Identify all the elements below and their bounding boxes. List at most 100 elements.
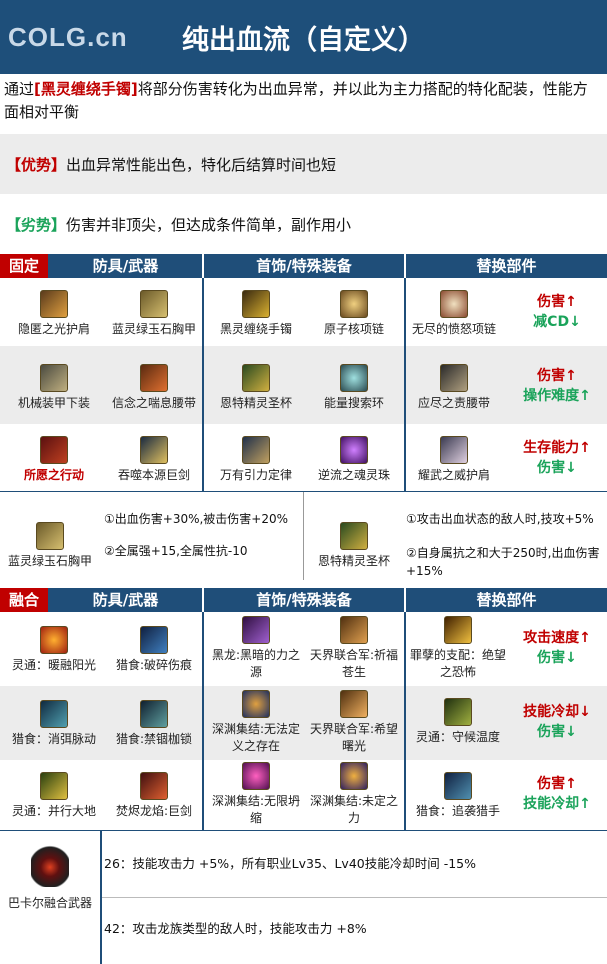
pros-band: 【优势】出血异常性能出色，特化后结算时间也短 xyxy=(0,134,607,194)
equip-item[interactable]: 天界联合军:祈福 苍生 xyxy=(304,616,404,681)
effect-label: 攻击速度↑ 伤害↓ xyxy=(523,630,591,666)
set-effect-text: ②全属强+15,全属性抗-10 xyxy=(104,544,248,558)
col-accessory: 首饰/特殊装备 xyxy=(256,257,352,275)
effect-label: 伤害↑ 技能冷却↑ xyxy=(523,776,591,812)
legs-armor-icon xyxy=(40,364,68,392)
armor-icon xyxy=(40,772,68,800)
emblem-icon xyxy=(340,616,368,644)
effect-label: 生存能力↑ 伤害↓ xyxy=(523,440,591,476)
set-effect-box-right: 恩特精灵圣杯 ①攻击出血状态的敌人时,技攻+5% ②自身属抗之和大于250时,出… xyxy=(304,492,607,580)
equip-item[interactable]: 巴卡尔融合武器 xyxy=(0,843,100,912)
shoulder-icon xyxy=(40,290,68,318)
equip-item[interactable]: 深渊集结:无限坍缩 xyxy=(206,762,306,827)
equip-item[interactable]: 吞噬本源巨剑 xyxy=(104,436,204,484)
weapon-effect-text: 26：技能攻击力 +5%，所有职业Lv35、Lv40技能冷却时间 -15% xyxy=(104,856,476,871)
equip-item[interactable]: 黑龙:黑暗的力之源 xyxy=(206,616,306,681)
crystal-icon xyxy=(242,616,270,644)
equip-item[interactable]: 蓝灵绿玉石胸甲 xyxy=(0,522,100,570)
col-swap: 替换部件 xyxy=(476,257,537,275)
equip-item[interactable]: 天界联合军:希望 曙光 xyxy=(304,690,404,755)
weapon-effect-text: 42：攻击龙族类型的敌人时，技能攻击力 +8% xyxy=(104,921,367,936)
weapon-effect-42: 42：攻击龙族类型的敌人时，技能攻击力 +8% xyxy=(102,898,607,964)
cons-text: 伤害并非顶尖，但达成条件简单，副作用小 xyxy=(66,216,352,234)
chalice-icon xyxy=(242,364,270,392)
equip-item[interactable]: 深渊集结:无法定 义之存在 xyxy=(206,690,306,755)
armor-icon xyxy=(444,772,472,800)
equip-item[interactable]: 所愿之行动 xyxy=(4,436,104,484)
belt-icon xyxy=(140,364,168,392)
pros-text: 出血异常性能出色，特化后结算时间也短 xyxy=(66,156,337,174)
equip-item[interactable]: 猎食:禁锢枷锁 xyxy=(104,700,204,748)
fixed-tag: 固定 xyxy=(0,254,48,278)
col-accessory: 首饰/特殊装备 xyxy=(256,591,352,609)
equip-item[interactable]: 能量搜索环 xyxy=(304,364,404,412)
swap-item[interactable]: 猎食：追袭猎手 xyxy=(406,772,510,820)
swap-item[interactable]: 罪孽的支配：绝望 之恐怖 xyxy=(406,616,510,681)
orb-icon xyxy=(340,762,368,790)
cons-band: 【劣势】伤害并非顶尖，但达成条件简单，副作用小 xyxy=(0,194,607,252)
fixed-section-header: 固定 防具/武器 首饰/特殊装备 替换部件 xyxy=(0,254,607,278)
pros-tag: 【优势】 xyxy=(6,156,67,174)
col-armor: 防具/武器 xyxy=(92,257,159,275)
intro-text: 通过[黑灵缠绕手镯]将部分伤害转化为出血异常，并以此为主力搭配的特化配装，性能方… xyxy=(4,80,588,121)
swap-item[interactable]: 耀武之威护肩 xyxy=(404,436,504,484)
ring-icon xyxy=(340,364,368,392)
equip-item[interactable]: 信念之喘息腰带 xyxy=(104,364,204,412)
set-effect-text: ②自身属抗之和大于250时,出血伤害 xyxy=(406,546,600,560)
set-effect-box-left: 蓝灵绿玉石胸甲 ①出血伤害+30%,被击伤害+20% ②全属强+15,全属性抗-… xyxy=(0,492,304,580)
equip-item[interactable]: 恩特精灵圣杯 xyxy=(206,364,306,412)
sword-icon xyxy=(140,772,168,800)
equip-item[interactable]: 恩特精灵圣杯 xyxy=(304,522,404,570)
swap-item[interactable]: 应尽之责腰带 xyxy=(404,364,504,412)
fusion-section-header: 融合 防具/武器 首饰/特殊装备 替换部件 xyxy=(0,588,607,612)
effect-label: 伤害↑ 减CD↓ xyxy=(533,294,581,330)
bracelet-icon xyxy=(242,290,270,318)
col-armor: 防具/武器 xyxy=(92,591,159,609)
set-effect-text: ①出血伤害+30%,被击伤害+20% xyxy=(104,512,289,526)
sun-icon xyxy=(40,626,68,654)
equip-item[interactable]: 蓝灵绿玉石胸甲 xyxy=(104,290,204,338)
armor-icon xyxy=(140,626,168,654)
orb-icon xyxy=(242,690,270,718)
swap-item[interactable]: 灵通：守候温度 xyxy=(406,698,510,746)
effect-label: 伤害↑ 操作难度↑ xyxy=(523,368,591,404)
equip-item[interactable]: 灵通：并行大地 xyxy=(4,772,104,820)
equip-item[interactable]: 机械装甲下装 xyxy=(4,364,104,412)
equip-item[interactable]: 原子核项链 xyxy=(304,290,404,338)
sword-icon xyxy=(140,436,168,464)
armor-icon xyxy=(40,700,68,728)
chalice-icon xyxy=(340,522,368,550)
equip-item[interactable]: 猎食：消弭脉动 xyxy=(4,700,104,748)
swap-item[interactable]: 无尽的愤怒项链 xyxy=(404,290,504,338)
necklace-icon xyxy=(340,290,368,318)
fusion-weapon-cell: 巴卡尔融合武器 xyxy=(0,831,102,964)
shoulder-icon xyxy=(440,436,468,464)
equip-item[interactable]: 深渊集结:未定之力 xyxy=(304,762,404,827)
equip-item[interactable]: 灵通：暖融阳光 xyxy=(4,626,104,674)
header-banner: COLG.cn 纯出血流（自定义） xyxy=(0,0,607,74)
dragon-head-icon xyxy=(31,843,69,887)
orb-icon xyxy=(242,762,270,790)
chest-armor-icon xyxy=(36,522,64,550)
armor-icon xyxy=(444,698,472,726)
equip-item[interactable]: 焚烬龙焰:巨剑 xyxy=(104,772,204,820)
chest-armor-icon xyxy=(140,290,168,318)
necklace-icon xyxy=(440,290,468,318)
equip-item[interactable]: 猎食:破碎伤痕 xyxy=(104,626,204,674)
page-title: 纯出血流（自定义） xyxy=(182,25,425,56)
effect-label: 技能冷却↓ 伤害↓ xyxy=(523,704,591,740)
equip-item[interactable]: 万有引力定律 xyxy=(206,436,306,484)
equip-item[interactable]: 逆流之魂灵珠 xyxy=(304,436,404,484)
weapon-effect-26: 26：技能攻击力 +5%，所有职业Lv35、Lv40技能冷却时间 -15% xyxy=(102,831,607,898)
intro-item-name: [黑灵缠绕手镯] xyxy=(34,80,138,98)
set-effect-text: +15% xyxy=(406,564,443,578)
boots-icon xyxy=(40,436,68,464)
equip-item[interactable]: 隐匿之光护肩 xyxy=(4,290,104,338)
belt-icon xyxy=(440,364,468,392)
col-swap: 替换部件 xyxy=(476,591,537,609)
equip-item[interactable]: 黑灵缠绕手镯 xyxy=(206,290,306,338)
cons-tag: 【劣势】 xyxy=(6,216,67,234)
fusion-tag: 融合 xyxy=(0,588,48,612)
chain-icon xyxy=(140,700,168,728)
orb-icon xyxy=(340,436,368,464)
